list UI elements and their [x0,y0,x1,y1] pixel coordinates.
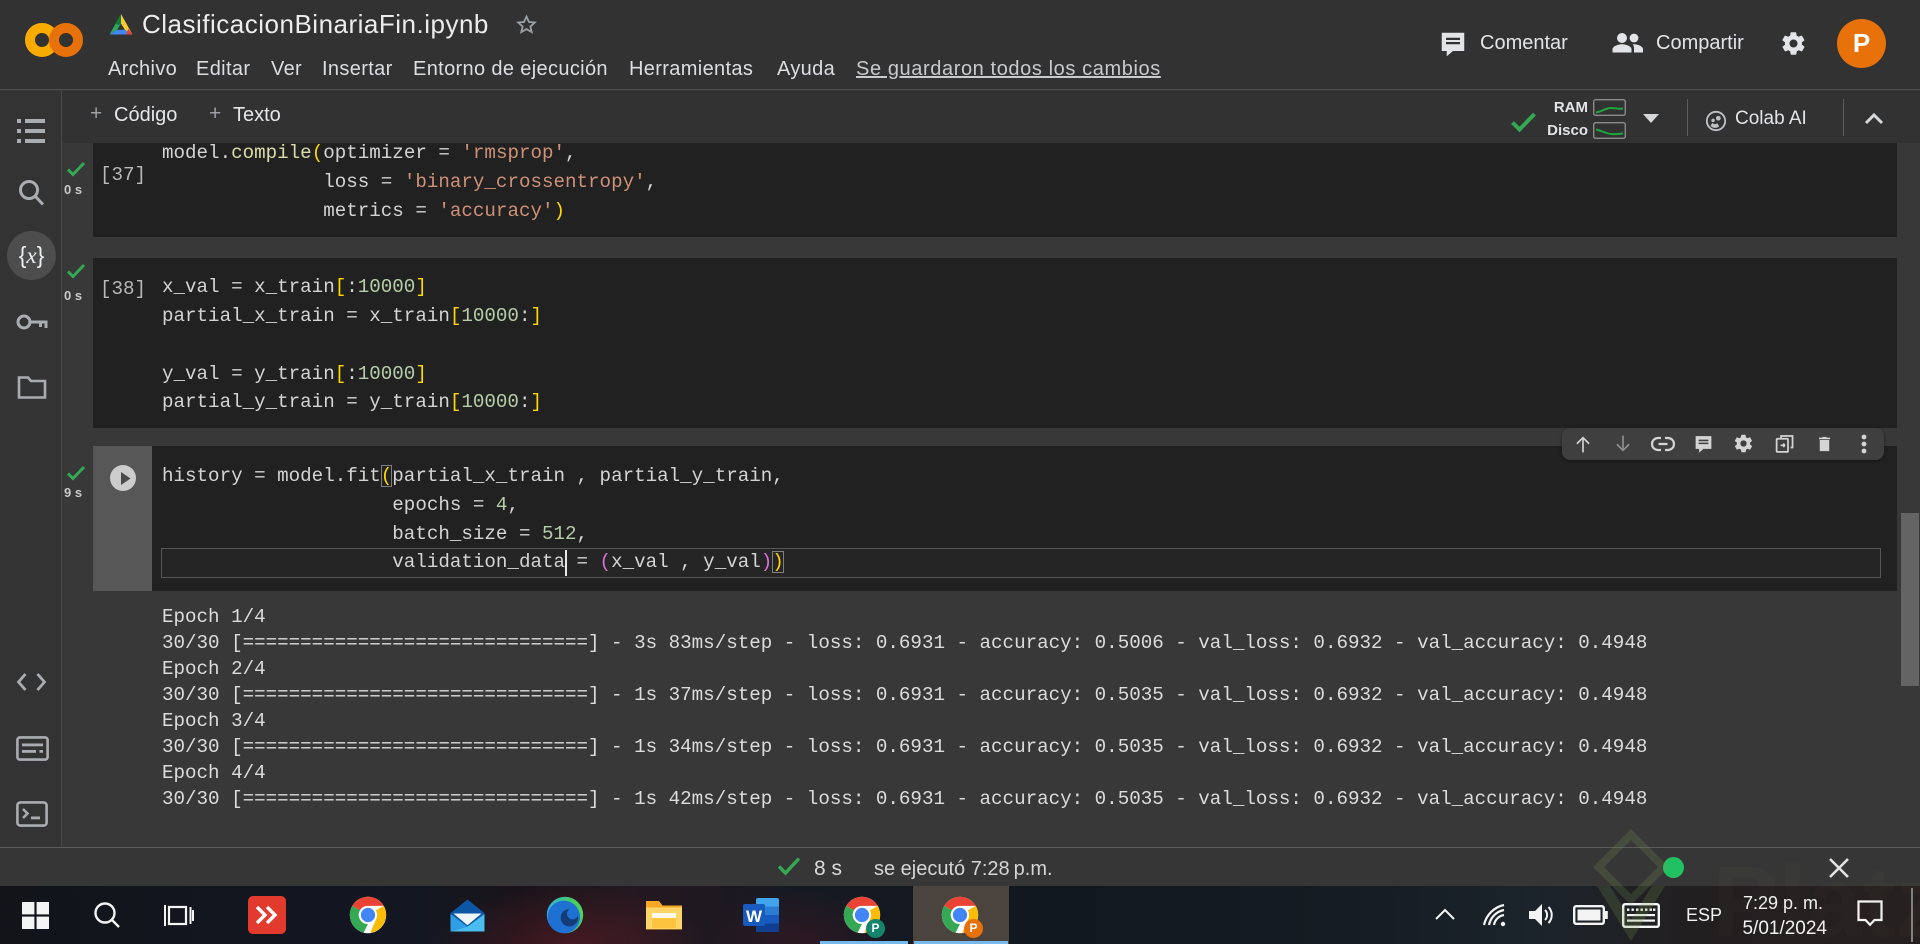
svg-text:W: W [746,907,763,926]
svg-text:Platzi: Platzi [1712,846,1920,944]
